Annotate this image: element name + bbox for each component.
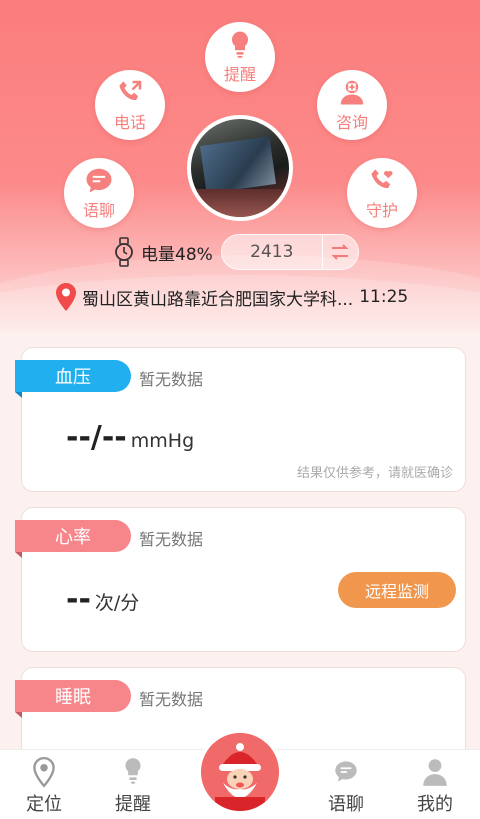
center-santa-button[interactable] (201, 733, 279, 811)
chat-bubble-icon (86, 168, 112, 193)
step-counter: 2413 (220, 234, 359, 270)
avatar-photo-screen (200, 136, 276, 194)
blood-pressure-unit: mmHg (130, 430, 195, 452)
switch-icon[interactable] (321, 235, 358, 269)
phone-icon (119, 80, 142, 101)
device-status-row: 电量48% 2413 (113, 234, 359, 270)
chat-bubble-icon (335, 761, 357, 782)
heart-rate-reading: -- 次/分 (66, 582, 139, 617)
call-action-button[interactable]: 电话 (95, 70, 165, 140)
blood-pressure-disclaimer: 结果仅供参考，请就医确诊 (296, 466, 453, 481)
phone-heart-icon (371, 169, 393, 189)
blood-pressure-reading: --/-- mmHg (66, 420, 194, 455)
remote-monitor-button[interactable]: 远程监测 (338, 572, 456, 608)
consult-action-label: 咨询 (335, 113, 368, 132)
tab-voice-chat-label: 语聊 (328, 794, 364, 815)
avatar-photo-keyboard (191, 189, 289, 217)
sleep-status: 暂无数据 (139, 690, 204, 709)
remind-action-button[interactable]: 提醒 (205, 22, 275, 92)
heart-rate-unit: 次/分 (94, 592, 140, 614)
voice-chat-action-button[interactable]: 语聊 (64, 158, 134, 228)
call-action-label: 电话 (113, 113, 146, 132)
location-pin-icon (33, 756, 55, 788)
location-time: 11:25 (359, 287, 409, 307)
device-avatar[interactable] (187, 115, 293, 221)
tab-voice-chat[interactable]: 语聊 (316, 756, 376, 818)
santa-icon (201, 733, 279, 811)
doctor-icon (340, 80, 364, 105)
tab-mine-label: 我的 (417, 794, 453, 815)
battery-level: 电量48% (141, 244, 213, 265)
location-address: 蜀山区黄山路靠近合肥国家大学科... (82, 289, 354, 310)
heart-rate-tag: 心率 (15, 520, 131, 558)
user-icon (423, 759, 447, 786)
location-pin-icon (56, 283, 76, 311)
tab-locate[interactable]: 定位 (14, 756, 74, 818)
header-panel: 提醒 电话 咨询 语聊 守护 电量48% 2413 蜀山区黄山路靠近合肥国家大学… (0, 0, 480, 332)
heart-rate-card[interactable]: 心率 暂无数据 -- 次/分 远程监测 (15, 507, 466, 652)
watch-icon (115, 237, 133, 267)
lightbulb-icon (125, 758, 141, 784)
blood-pressure-value: --/-- (66, 420, 127, 455)
voice-chat-action-label: 语聊 (82, 201, 115, 220)
tab-mine[interactable]: 我的 (405, 756, 465, 818)
step-count-value: 2413 (250, 242, 294, 262)
lightbulb-icon (231, 31, 249, 58)
blood-pressure-status: 暂无数据 (139, 370, 204, 389)
tab-remind-label: 提醒 (115, 794, 151, 815)
tab-remind[interactable]: 提醒 (103, 756, 163, 818)
tab-locate-label: 定位 (26, 794, 62, 815)
heart-rate-value: -- (66, 582, 91, 617)
blood-pressure-card[interactable]: 血压 暂无数据 --/-- mmHg 结果仅供参考，请就医确诊 (15, 347, 466, 492)
consult-action-button[interactable]: 咨询 (317, 70, 387, 140)
sleep-tag: 睡眠 (15, 680, 131, 718)
remind-action-label: 提醒 (223, 65, 256, 84)
heart-rate-status: 暂无数据 (139, 530, 204, 549)
guard-action-label: 守护 (365, 201, 398, 220)
guard-action-button[interactable]: 守护 (347, 158, 417, 228)
location-row[interactable]: 蜀山区黄山路靠近合肥国家大学科... 11:25 (54, 281, 408, 313)
blood-pressure-tag: 血压 (15, 360, 131, 398)
